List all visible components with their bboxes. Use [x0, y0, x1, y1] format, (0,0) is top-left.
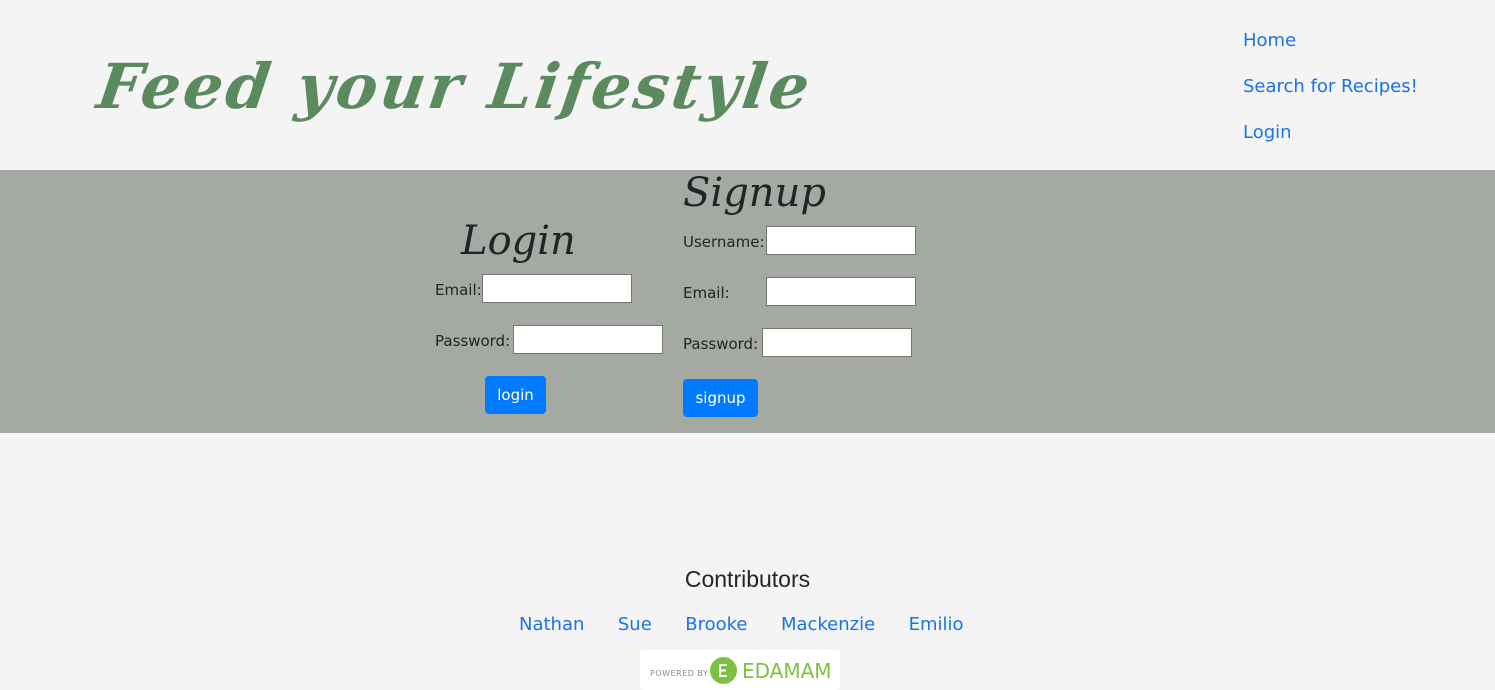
nav-login-link[interactable]: Login [1243, 110, 1418, 156]
login-password-label: Password: [435, 332, 511, 350]
signup-username-input[interactable] [766, 226, 916, 255]
login-password-input[interactable] [513, 325, 663, 354]
powered-by-text: POWERED BY [650, 669, 709, 678]
nav-home-link[interactable]: Home [1243, 18, 1418, 64]
edamam-logo-icon [710, 657, 737, 684]
login-button[interactable]: login [485, 376, 546, 414]
contributor-link-brooke[interactable]: Brooke [685, 614, 747, 635]
login-heading: Login [461, 218, 576, 264]
signup-password-input[interactable] [762, 328, 912, 357]
contributor-link-mackenzie[interactable]: Mackenzie [781, 614, 875, 635]
signup-email-label: Email: [683, 284, 730, 302]
site-title: Feed your Lifestyle [92, 50, 818, 123]
powered-by-edamam-badge[interactable]: POWERED BY EDAMAM [640, 650, 840, 690]
site-header: Feed your Lifestyle Home Search for Reci… [0, 0, 1495, 170]
signup-button[interactable]: signup [683, 379, 758, 417]
signup-username-label: Username: [683, 233, 765, 251]
signup-email-input[interactable] [766, 277, 916, 306]
signup-heading: Signup [683, 170, 826, 216]
nav-search-recipes-link[interactable]: Search for Recipes! [1243, 64, 1418, 110]
contributor-link-emilio[interactable]: Emilio [909, 614, 964, 635]
contributor-link-sue[interactable]: Sue [618, 614, 652, 635]
main-nav: Home Search for Recipes! Login [1243, 18, 1418, 156]
signup-password-label: Password: [683, 335, 759, 353]
contributors-heading: Contributors [684, 566, 811, 592]
edamam-wordmark: EDAMAM [742, 659, 832, 683]
login-email-input[interactable] [482, 274, 632, 303]
contributors-list: Nathan Sue Brooke Mackenzie Emilio [519, 614, 964, 635]
auth-section: Login Email: Password: login Signup User… [0, 170, 1495, 433]
login-email-label: Email: [435, 281, 482, 299]
contributor-link-nathan[interactable]: Nathan [519, 614, 584, 635]
